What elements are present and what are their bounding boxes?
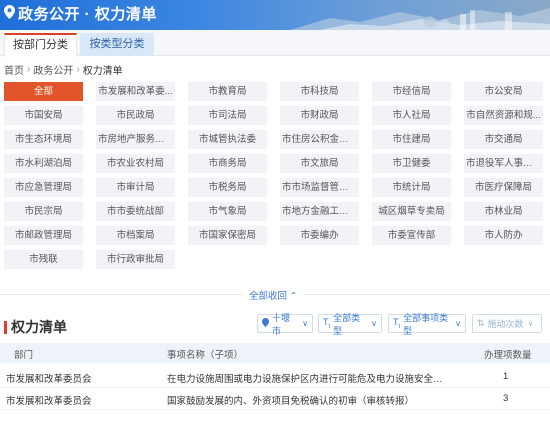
tab-by-type[interactable]: 按类型分类: [80, 33, 154, 56]
department-item[interactable]: 市卫健委: [372, 154, 451, 173]
row-dept: 市发展和改革委员会: [6, 374, 92, 385]
item-type-filter-label: 全部事项类型: [403, 312, 449, 336]
item-type-filter[interactable]: Tt 全部事项类型 ∨: [388, 313, 466, 336]
type-icon: Tt: [393, 317, 401, 330]
header-banner: 政务公开 · 权力清单: [0, 0, 550, 30]
breadcrumb-current: 权力清单: [82, 66, 123, 77]
tab-by-department[interactable]: 按部门分类: [4, 33, 77, 57]
department-item[interactable]: 市委宣传部: [372, 226, 451, 245]
sort-icon: ⇅: [477, 318, 485, 328]
category-filter[interactable]: Tt 全部类型 ∨: [318, 313, 382, 336]
department-item[interactable]: 市人社局: [372, 106, 451, 125]
department-item[interactable]: 市退役军人事务局: [464, 154, 543, 173]
location-pin-icon: [262, 318, 269, 329]
sort-filter-label: 施动次数: [487, 319, 524, 329]
department-item[interactable]: 市档案局: [96, 226, 175, 245]
chevron-down-icon: ∨: [527, 319, 534, 328]
page-title-text: 政务公开 · 权力清单: [18, 6, 157, 23]
department-item[interactable]: 市文旅局: [280, 154, 359, 173]
department-item[interactable]: 市民政局: [96, 106, 175, 125]
department-item[interactable]: 市教育局: [188, 82, 267, 101]
department-item[interactable]: 市国家保密局: [188, 226, 267, 245]
department-item[interactable]: 市农业农村局: [96, 154, 175, 173]
department-item[interactable]: 市水利湖泊局: [4, 154, 83, 173]
department-item[interactable]: 市医疗保障局: [464, 178, 543, 197]
department-item[interactable]: 市公安局: [464, 82, 543, 101]
row-dept: 市发展和改革委员会: [6, 396, 92, 407]
chevron-down-icon: ∨: [302, 319, 308, 328]
collapse-all-button[interactable]: 全部收回 ⌃: [243, 288, 304, 302]
department-item[interactable]: 城区烟草专卖局: [372, 202, 451, 221]
location-filter[interactable]: 十堰市 ∨: [257, 313, 313, 336]
department-item[interactable]: 市房地产服务中心: [96, 130, 175, 149]
sort-filter[interactable]: ⇅ 施动次数 ∨: [472, 314, 542, 333]
department-item[interactable]: 市统计局: [372, 178, 451, 197]
department-item[interactable]: 市财政局: [280, 106, 359, 125]
department-item[interactable]: 市人防办: [464, 226, 543, 245]
chevron-right-icon: ›: [76, 64, 80, 75]
row-count: 3: [503, 393, 509, 404]
department-item[interactable]: 市自然资源和规...: [464, 106, 543, 125]
column-header-count: 办理项数量: [484, 350, 532, 361]
category-filter-label: 全部类型: [333, 312, 361, 336]
chevron-right-icon: ›: [27, 64, 31, 75]
department-item[interactable]: 市林业局: [464, 202, 543, 221]
breadcrumb-home[interactable]: 首页: [4, 62, 24, 77]
department-item[interactable]: 市应急管理局: [4, 178, 83, 197]
row-count: 1: [503, 371, 509, 382]
department-item[interactable]: 市生态环境局: [4, 130, 83, 149]
department-item[interactable]: 市行政审批局: [96, 250, 175, 269]
chevron-down-icon: ∨: [371, 319, 377, 328]
section-title-bar: [4, 320, 7, 334]
department-item[interactable]: 市民宗局: [4, 202, 83, 221]
department-item[interactable]: 市司法局: [188, 106, 267, 125]
type-icon: Tt: [323, 317, 331, 330]
department-item[interactable]: 市商务局: [188, 154, 267, 173]
section-title: 权力清单: [4, 317, 67, 337]
department-item[interactable]: 市城管执法委: [188, 130, 267, 149]
department-item[interactable]: 市委编办: [280, 226, 359, 245]
location-filter-label: 十堰市: [272, 312, 291, 336]
chevron-down-icon: ∨: [455, 319, 461, 328]
department-item[interactable]: 市发展和改革委...: [96, 82, 175, 101]
department-item[interactable]: 市市场监督管理局: [280, 178, 359, 197]
breadcrumb-public-affairs[interactable]: 政务公开: [33, 62, 73, 77]
table-row[interactable]: 市发展和改革委员会 在电力设施周围或电力设施保护区内进行可能危及电力设施安全作业…: [0, 366, 550, 388]
department-item[interactable]: 市住建局: [372, 130, 451, 149]
department-item[interactable]: 市邮政管理局: [4, 226, 83, 245]
table-row[interactable]: 市发展和改革委员会 国家鼓励发展的内、外资项目免税确认的初审（审核转报） 3: [0, 388, 550, 410]
column-header-item: 事项名称（子项）: [167, 350, 244, 361]
department-item[interactable]: 市住房公积金中心: [280, 130, 359, 149]
department-item[interactable]: 市国安局: [4, 106, 83, 125]
city-skyline-decoration: [290, 8, 550, 30]
row-item-link[interactable]: 在电力设施周围或电力设施保护区内进行可能危及电力设施安全作业的审批: [167, 371, 447, 385]
department-item[interactable]: 市经信局: [372, 82, 451, 101]
row-item-link[interactable]: 国家鼓励发展的内、外资项目免税确认的初审（审核转报）: [167, 393, 447, 407]
department-item[interactable]: 市气象局: [188, 202, 267, 221]
department-item[interactable]: 市市委统战部: [96, 202, 175, 221]
department-item[interactable]: 市交通局: [464, 130, 543, 149]
location-pin-icon: [4, 4, 15, 23]
department-item[interactable]: 市地方金融工作局: [280, 202, 359, 221]
department-item[interactable]: 市税务局: [188, 178, 267, 197]
page-title: 政务公开 · 权力清单: [4, 3, 157, 24]
tab-bar: 按部门分类 按类型分类: [0, 30, 550, 57]
department-item[interactable]: 市科技局: [280, 82, 359, 101]
department-item[interactable]: 市残联: [4, 250, 83, 269]
department-all-button[interactable]: 全部: [4, 82, 83, 101]
breadcrumb: 首页 › 政务公开 › 权力清单: [4, 62, 123, 77]
section-title-text: 权力清单: [11, 319, 67, 335]
table-header: 部门 事项名称（子项） 办理项数量: [0, 343, 550, 363]
column-header-dept: 部门: [14, 350, 34, 361]
department-item[interactable]: 市审计局: [96, 178, 175, 197]
